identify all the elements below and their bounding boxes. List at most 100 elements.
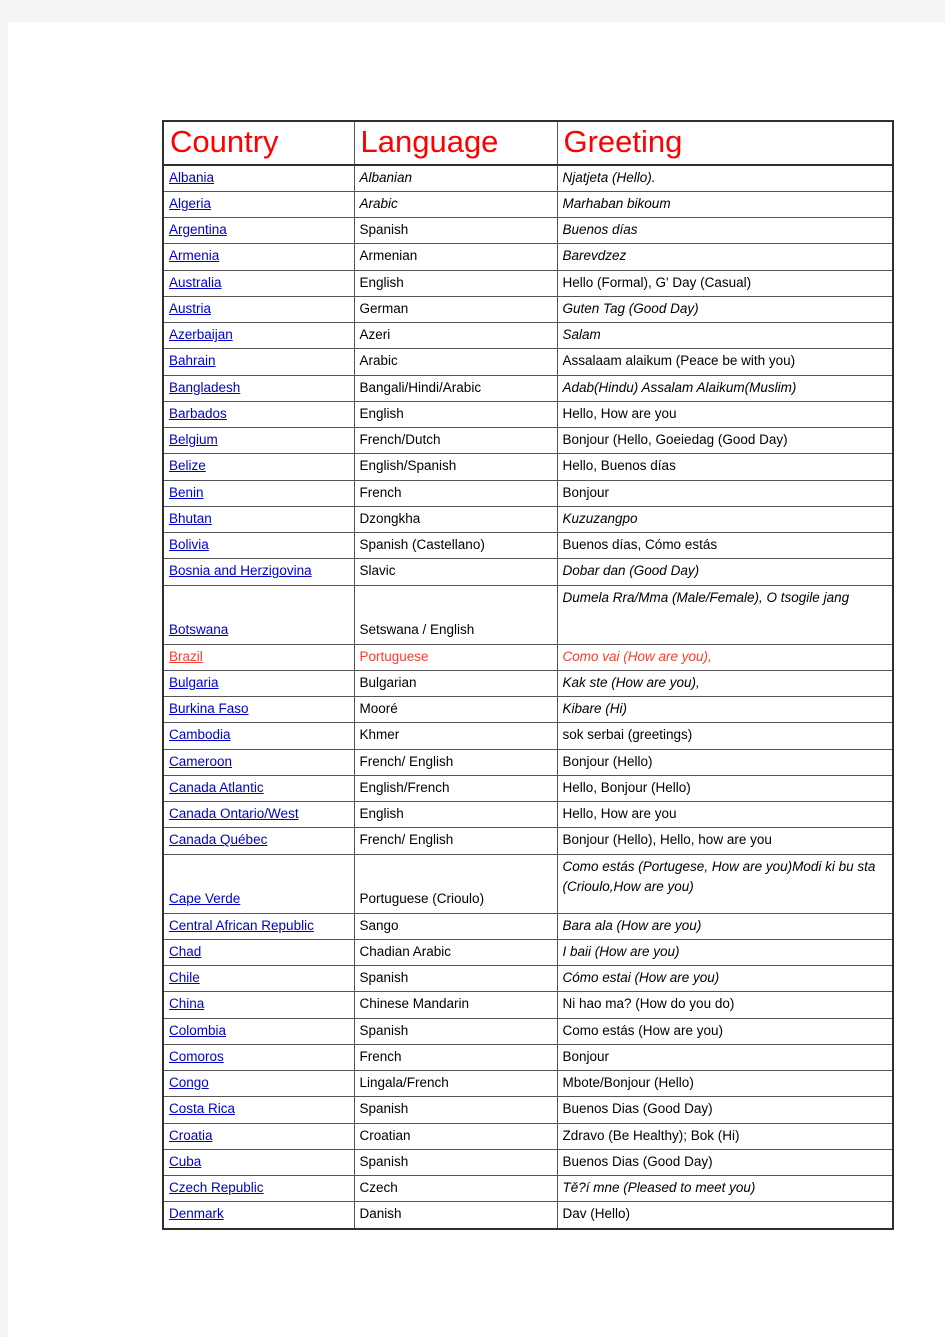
cell-country: Denmark — [162, 1201, 355, 1230]
table-row: Burkina Faso Mooré Kibare (Hi) — [162, 696, 894, 724]
cell-greeting: Assalaam alaikum (Peace be with you) — [556, 348, 894, 376]
table-row: Cameroon French/ English Bonjour (Hello) — [162, 748, 894, 776]
table-row: Botswana Setswana / English Dumela Rra/Mma… — [162, 584, 894, 645]
table-row: Canada Ontario/West English Hello, How are… — [162, 801, 894, 829]
country-link[interactable]: Bahrain — [169, 353, 216, 368]
cell-language: Arabic — [353, 190, 558, 219]
table-row: Bolivia Spanish (Castellano) Buenos días, … — [162, 532, 894, 560]
cell-country: Benin — [162, 479, 355, 507]
cell-country: Argentina — [162, 217, 355, 245]
cell-country: China — [162, 991, 355, 1019]
table-row: Bulgaria Bulgarian Kak ste (How are you), — [162, 669, 894, 698]
table-row: Algeria Arabic Marhaban bikoum — [162, 190, 894, 219]
country-link[interactable]: Azerbaijan — [169, 327, 233, 342]
table-row: Australia English Hello (Formal), G' Day (… — [162, 269, 894, 297]
cell-greeting: I baii (How are you) — [556, 938, 894, 967]
table-row: Croatia Croatian Zdravo (Be Healthy); Bok… — [162, 1122, 894, 1150]
country-link[interactable]: Cameroon — [169, 754, 232, 769]
cell-language: Spanish — [353, 1017, 558, 1045]
cell-country: Bulgaria — [162, 669, 355, 698]
cell-greeting: Kak ste (How are you), — [556, 669, 894, 698]
cell-language: Czech — [353, 1175, 558, 1203]
cell-language: English/French — [353, 774, 558, 803]
cell-greeting: Adab(Hindu) Assalam Alaikum(Muslim) — [556, 374, 894, 402]
table-row: Congo Lingala/French Mbote/Bonjour (Hello) — [162, 1070, 894, 1098]
country-link[interactable]: Chile — [169, 970, 200, 985]
country-link[interactable]: Barbados — [169, 406, 227, 421]
cell-country: Bolivia — [162, 532, 355, 560]
country-link[interactable]: Argentina — [169, 222, 227, 237]
country-link[interactable]: Armenia — [169, 248, 219, 263]
table-row: Cuba Spanish Buenos Dias (Good Day) — [162, 1148, 894, 1177]
table-row: Chile Spanish Cómo estai (How are you) — [162, 965, 894, 993]
country-link[interactable]: Austria — [169, 301, 211, 316]
country-link[interactable]: Czech Republic — [169, 1180, 264, 1195]
table-row: Denmark Danish Dav (Hello) — [162, 1201, 894, 1230]
cell-country: Burkina Faso — [162, 696, 355, 724]
country-link[interactable]: Canada Ontario/West — [169, 806, 299, 821]
cell-greeting: Dav (Hello) — [556, 1201, 894, 1230]
cell-country: Cuba — [162, 1148, 355, 1177]
cell-greeting: Dobar dan (Good Day) — [556, 558, 894, 586]
country-link[interactable]: Albania — [169, 170, 214, 185]
cell-language: Khmer — [353, 722, 558, 750]
country-link[interactable]: Canada Atlantic — [169, 780, 264, 795]
country-link[interactable]: Bulgaria — [169, 675, 219, 690]
cell-country: Austria — [162, 295, 355, 324]
country-link[interactable]: Cape Verde — [169, 891, 240, 906]
cell-language: Bangali/Hindi/Arabic — [353, 374, 558, 402]
country-link[interactable]: Bosnia and Herzigovina — [169, 563, 312, 578]
country-link[interactable]: Brazil — [169, 649, 203, 664]
cell-language: Armenian — [353, 243, 558, 271]
country-link[interactable]: Belgium — [169, 432, 218, 447]
country-link[interactable]: Benin — [169, 485, 204, 500]
cell-country: Canada Atlantic — [162, 774, 355, 803]
cell-language: English — [353, 801, 558, 829]
column-header-country: Country — [162, 120, 355, 166]
cell-language: Spanish — [353, 217, 558, 245]
country-link[interactable]: Congo — [169, 1075, 209, 1090]
country-link[interactable]: Bhutan — [169, 511, 212, 526]
country-link[interactable]: China — [169, 996, 204, 1011]
cell-language: Bulgarian — [353, 669, 558, 698]
country-link[interactable]: Chad — [169, 944, 201, 959]
table-row: Benin French Bonjour — [162, 479, 894, 507]
country-link[interactable]: Botswana — [169, 622, 228, 637]
cell-greeting: Guten Tag (Good Day) — [556, 295, 894, 324]
country-link[interactable]: Belize — [169, 458, 206, 473]
cell-language: Spanish — [353, 1096, 558, 1124]
country-link[interactable]: Burkina Faso — [169, 701, 249, 716]
cell-language: Dzongkha — [353, 505, 558, 534]
table-row: China Chinese Mandarin Ni hao ma? (How do … — [162, 991, 894, 1019]
cell-language: Spanish — [353, 1148, 558, 1177]
cell-language: French/Dutch — [353, 427, 558, 455]
country-link[interactable]: Denmark — [169, 1206, 224, 1221]
cell-greeting: Como estás (How are you) — [556, 1017, 894, 1045]
cell-country: Belize — [162, 453, 355, 481]
cell-greeting: Hello (Formal), G' Day (Casual) — [556, 269, 894, 297]
cell-country: Cameroon — [162, 748, 355, 776]
country-link[interactable]: Croatia — [169, 1128, 213, 1143]
country-link[interactable]: Bolivia — [169, 537, 209, 552]
cell-language: Lingala/French — [353, 1070, 558, 1098]
country-link[interactable]: Cambodia — [169, 727, 231, 742]
country-link[interactable]: Algeria — [169, 196, 211, 211]
cell-greeting: Barevdzez — [556, 243, 894, 271]
table-row: Azerbaijan Azeri Salam — [162, 322, 894, 350]
country-link[interactable]: Canada Québec — [169, 832, 267, 847]
country-link[interactable]: Bangladesh — [169, 380, 240, 395]
cell-country: Croatia — [162, 1122, 355, 1150]
country-link[interactable]: Australia — [169, 275, 222, 290]
cell-language: Arabic — [353, 348, 558, 376]
country-link[interactable]: Central African Republic — [169, 918, 314, 933]
country-link[interactable]: Costa Rica — [169, 1101, 235, 1116]
table-row: Albania Albanian Njatjeta (Hello). — [162, 164, 894, 192]
table-row: Belize English/Spanish Hello, Buenos días — [162, 453, 894, 481]
cell-country: Central African Republic — [162, 912, 355, 940]
table-row: Argentina Spanish Buenos días — [162, 217, 894, 245]
country-link[interactable]: Cuba — [169, 1154, 201, 1169]
country-link[interactable]: Comoros — [169, 1049, 224, 1064]
country-link[interactable]: Colombia — [169, 1023, 226, 1038]
cell-country: Bosnia and Herzigovina — [162, 558, 355, 586]
cell-language: English — [353, 400, 558, 429]
